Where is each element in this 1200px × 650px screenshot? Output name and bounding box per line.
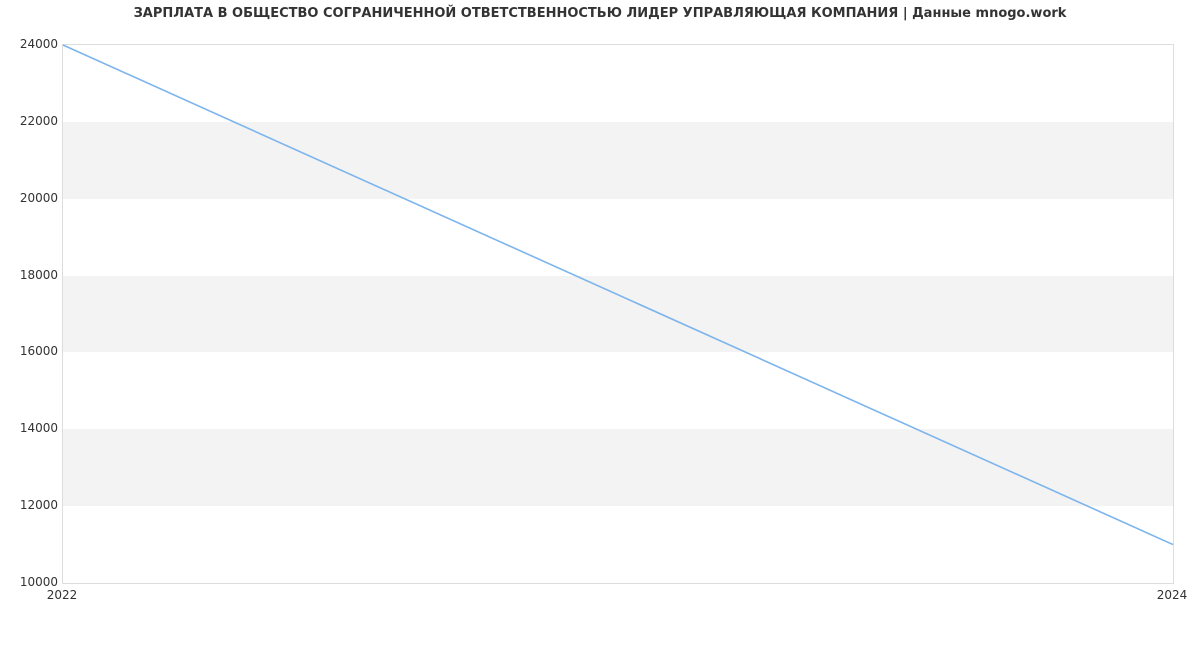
y-tick-label: 24000 — [8, 37, 58, 51]
y-tick-label: 12000 — [8, 498, 58, 512]
line-layer — [63, 45, 1173, 583]
salary-chart: ЗАРПЛАТА В ОБЩЕСТВО СОГРАНИЧЕННОЙ ОТВЕТС… — [0, 0, 1200, 650]
x-tick-label: 2024 — [1157, 588, 1188, 602]
y-tick-label: 16000 — [8, 344, 58, 358]
chart-title: ЗАРПЛАТА В ОБЩЕСТВО СОГРАНИЧЕННОЙ ОТВЕТС… — [0, 6, 1200, 21]
data-line — [63, 45, 1173, 545]
y-tick-label: 20000 — [8, 191, 58, 205]
plot-area — [62, 44, 1174, 584]
y-tick-label: 10000 — [8, 575, 58, 589]
y-tick-label: 14000 — [8, 421, 58, 435]
y-tick-label: 22000 — [8, 114, 58, 128]
x-tick-label: 2022 — [47, 588, 78, 602]
y-tick-label: 18000 — [8, 268, 58, 282]
